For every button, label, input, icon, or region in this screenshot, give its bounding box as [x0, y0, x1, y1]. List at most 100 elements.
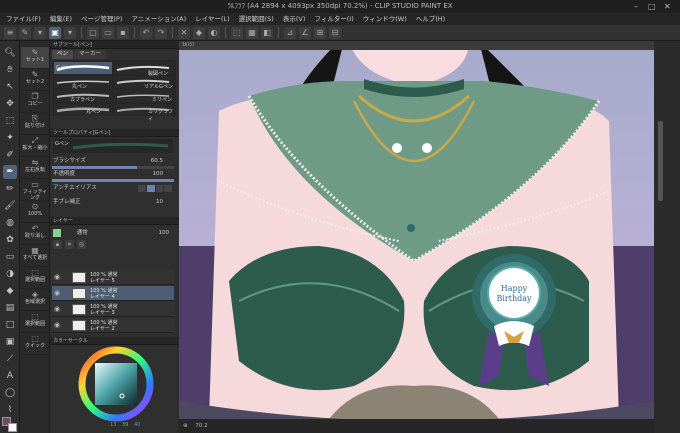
- subtool-set1[interactable]: ✎ セット1: [21, 47, 49, 69]
- scroll-thumb[interactable]: [658, 121, 663, 201]
- eye-icon[interactable]: ◉: [54, 305, 62, 313]
- antialias-strong[interactable]: [164, 185, 172, 192]
- opacity-slider[interactable]: [52, 179, 174, 182]
- operation-icon[interactable]: ↖: [3, 80, 17, 94]
- vertical-scrollbar[interactable]: [654, 41, 680, 433]
- canvas-view-icon[interactable]: ▣: [49, 26, 61, 39]
- ruler-snap-icon[interactable]: ⊿: [284, 26, 296, 39]
- layer-opacity-value[interactable]: 100: [159, 228, 170, 238]
- subtool-quick[interactable]: ⬚ クイック: [21, 333, 49, 355]
- brush-icon[interactable]: ✎: [19, 26, 31, 39]
- menu-file[interactable]: ファイル(F): [6, 13, 41, 25]
- subtool-set2[interactable]: ✎ セット2: [21, 69, 49, 91]
- correct-line-icon[interactable]: ⌇: [3, 403, 17, 417]
- auto-select-icon[interactable]: ✦: [3, 131, 17, 145]
- subtool-color-range[interactable]: ◈ 色域選択: [21, 289, 49, 311]
- guide-snap-icon[interactable]: ⊟: [329, 26, 341, 39]
- dropdown-icon[interactable]: ▾: [34, 26, 46, 39]
- zoom-icon[interactable]: 🔍︎: [3, 46, 17, 60]
- clip-icon[interactable]: ⌗: [65, 240, 74, 249]
- grid-snap-icon[interactable]: ⊞: [314, 26, 326, 39]
- minimize-icon[interactable]: –: [634, 0, 638, 13]
- tab-pen[interactable]: ペン: [52, 50, 74, 59]
- subtool-copy[interactable]: ❐ コピー: [21, 91, 49, 113]
- balloon-icon[interactable]: ◯: [3, 386, 17, 400]
- antialias-medium[interactable]: [155, 185, 164, 192]
- redo-icon[interactable]: ↷: [155, 26, 167, 39]
- clear-icon[interactable]: ✕: [178, 26, 190, 39]
- layer-row[interactable]: ◉ 100 % 通常 レイヤー 3: [52, 302, 174, 317]
- menu-edit[interactable]: 編集(E): [50, 13, 72, 25]
- tab-marker[interactable]: マーカー: [74, 50, 107, 59]
- close-icon[interactable]: ✕: [664, 0, 671, 13]
- new-file-icon[interactable]: ▢: [87, 26, 99, 39]
- subtool-undo[interactable]: ↶ 取り消し: [21, 223, 49, 245]
- eyedropper-icon[interactable]: ✐: [3, 148, 17, 162]
- menu-layer[interactable]: レイヤー(L): [195, 13, 230, 25]
- eye-icon[interactable]: ◉: [54, 273, 62, 281]
- save-icon[interactable]: ▪: [117, 26, 129, 39]
- deselect-icon[interactable]: ▦: [246, 26, 258, 39]
- subtool-100[interactable]: ⊙ 100%: [21, 201, 49, 223]
- menu-window[interactable]: ウィンドウ(W): [363, 13, 407, 25]
- menu-icon[interactable]: ≡: [4, 26, 16, 39]
- subtool-selection[interactable]: ⬚ 選択範囲: [21, 267, 49, 289]
- blend-mode-select[interactable]: 通常: [77, 230, 88, 236]
- eye-icon[interactable]: ◉: [54, 321, 62, 329]
- airbrush-icon[interactable]: ◍: [3, 216, 17, 230]
- decoration-icon[interactable]: ✿: [3, 233, 17, 247]
- subtool-scale[interactable]: ⤢ 拡大・縮小: [21, 135, 49, 157]
- frame-icon[interactable]: ▣: [3, 335, 17, 349]
- sub-color-swatch[interactable]: [8, 423, 17, 432]
- subtool-paste[interactable]: ⎘ 貼り付け: [21, 113, 49, 135]
- color-wheel[interactable]: [78, 346, 154, 422]
- menu-filter[interactable]: フィルター(I): [314, 13, 353, 25]
- layer-row[interactable]: ◉ 100 % 通常 レイヤー 5: [52, 270, 174, 285]
- layer-row[interactable]: ◉ 100 % 通常 レイヤー 2: [52, 318, 174, 333]
- pencil-icon[interactable]: ✏: [3, 182, 17, 196]
- brush-icon[interactable]: 🖌︎: [3, 199, 17, 213]
- brush-size-slider[interactable]: [52, 166, 174, 169]
- brush-item[interactable]: [54, 104, 112, 116]
- subtool-flip[interactable]: ⇋ 左右反転: [21, 157, 49, 179]
- ruler-icon[interactable]: ⟋: [3, 352, 17, 366]
- menu-help[interactable]: ヘルプ(H): [416, 13, 445, 25]
- subtool-fit[interactable]: ▭ フィッティング: [21, 179, 49, 201]
- select-all-icon[interactable]: ⬚: [231, 26, 243, 39]
- blend-icon[interactable]: ◑: [3, 267, 17, 281]
- right-dock-panel: サブツール[ペン] ペン マーカー Gペン 製図ペン 丸ペン リアルGペン カブ…: [50, 41, 179, 433]
- zoom-value[interactable]: 70.2: [195, 423, 207, 429]
- text-icon[interactable]: A: [3, 369, 17, 383]
- special-ruler-snap-icon[interactable]: ∠: [299, 26, 311, 39]
- eraser-icon[interactable]: ▭: [3, 250, 17, 264]
- hand-icon[interactable]: ✋︎: [3, 63, 17, 77]
- antialias-weak[interactable]: [146, 185, 155, 192]
- gradient-icon[interactable]: ▤: [3, 301, 17, 315]
- eye-icon[interactable]: ◉: [54, 289, 62, 297]
- subtool-select-all[interactable]: ▦ すべて選択: [21, 245, 49, 267]
- snap-icon[interactable]: ◐: [208, 26, 220, 39]
- subtool-selection-2[interactable]: ⬚ 選択範囲: [21, 311, 49, 333]
- lock-icon[interactable]: 🔒︎: [53, 240, 62, 249]
- menu-page[interactable]: ページ管理(P): [81, 13, 122, 25]
- layer-row[interactable]: ◉ 100 % 通常 レイヤー 4: [52, 286, 174, 301]
- fill-icon[interactable]: ◆: [193, 26, 205, 39]
- open-folder-icon[interactable]: ▭: [102, 26, 114, 39]
- menu-view[interactable]: 表示(V): [283, 13, 306, 25]
- pen-icon[interactable]: ✒: [3, 165, 17, 179]
- menu-selection[interactable]: 選択範囲(S): [239, 13, 274, 25]
- chevron-down-icon[interactable]: ▾: [64, 26, 76, 39]
- canvas-area[interactable]: Happy Birthday: [179, 41, 654, 419]
- canvas-tab[interactable]: ﾗﾙﾌﾗﾌ: [179, 41, 654, 50]
- selection-icon[interactable]: ⬚: [3, 114, 17, 128]
- subtool-tabs: ペン マーカー: [52, 50, 107, 59]
- figure-icon[interactable]: □: [3, 318, 17, 332]
- antialias-none[interactable]: [138, 185, 146, 192]
- invert-selection-icon[interactable]: ◧: [261, 26, 273, 39]
- menu-animation[interactable]: アニメーション(A): [131, 13, 186, 25]
- undo-icon[interactable]: ↶: [140, 26, 152, 39]
- reference-icon[interactable]: ◎: [77, 240, 86, 249]
- fill-icon[interactable]: ◆: [3, 284, 17, 298]
- move-layer-icon[interactable]: ✥: [3, 97, 17, 111]
- maximize-icon[interactable]: □: [648, 0, 656, 13]
